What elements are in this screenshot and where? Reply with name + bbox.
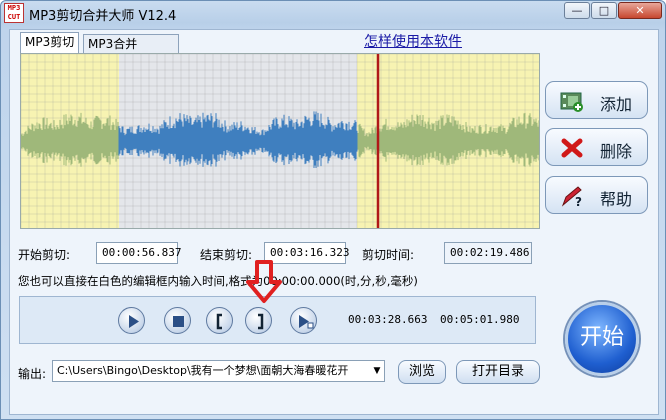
main-window: MP3 CUT MP3剪切合并大师 V12.4 — □ ✕ MP3剪切 MP3合并… <box>0 0 666 420</box>
browse-button[interactable]: 浏览 <box>398 360 446 384</box>
app-logo-icon: MP3 CUT <box>4 3 24 23</box>
add-film-icon <box>560 92 583 112</box>
help-pencil-icon: ? <box>561 186 582 208</box>
stop-button[interactable] <box>164 307 191 334</box>
add-button[interactable]: 添加 <box>545 81 648 119</box>
current-time: 00:03:28.663 <box>348 313 428 326</box>
dropdown-arrow-icon[interactable]: ▼ <box>370 361 384 381</box>
output-path-select[interactable]: C:\Users\Bingo\Desktop\我有一个梦想\面朝大海春暖花开 ▼ <box>52 360 385 382</box>
red-arrow-annotation-icon <box>246 260 282 303</box>
play-icon <box>129 315 139 328</box>
cut-duration-label: 剪切时间: <box>362 248 415 262</box>
format-hint: 您也可以直接在白色的编辑框内输入时间,格式为00:00:00.000(时,分,秒… <box>18 274 418 288</box>
maximize-button[interactable]: □ <box>591 2 617 19</box>
mark-start-button[interactable] <box>206 307 233 334</box>
mark-start-icon <box>216 313 222 330</box>
client-area: MP3剪切 MP3合并 怎样使用本软件 添加 删除 ? 帮助 开始剪切: 00:… <box>9 29 659 415</box>
window-title: MP3剪切合并大师 V12.4 <box>29 9 177 24</box>
stop-icon <box>173 316 184 327</box>
red-x-icon <box>561 138 583 158</box>
svg-text:?: ? <box>575 195 582 208</box>
start-button[interactable]: 开始 <box>565 302 639 376</box>
output-label: 输出: <box>18 367 47 381</box>
close-button[interactable]: ✕ <box>618 2 662 19</box>
help-link[interactable]: 怎样使用本软件 <box>364 31 462 51</box>
waveform-canvas[interactable] <box>21 54 540 229</box>
play-selection-button[interactable] <box>290 307 317 334</box>
help-button-label: 帮助 <box>600 190 633 209</box>
cut-duration-value: 00:02:19.486 <box>444 242 532 264</box>
open-directory-button[interactable]: 打开目录 <box>456 360 540 384</box>
tab-mp3-cut[interactable]: MP3剪切 <box>20 32 80 54</box>
title-bar[interactable]: MP3 CUT MP3剪切合并大师 V12.4 — □ ✕ <box>1 1 665 25</box>
play-selection-icon <box>299 315 314 329</box>
mark-end-icon <box>258 313 264 330</box>
output-path-value: C:\Users\Bingo\Desktop\我有一个梦想\面朝大海春暖花开 <box>57 364 349 377</box>
start-time-input[interactable]: 00:00:56.837 <box>96 242 181 264</box>
total-time: 00:05:01.980 <box>440 313 520 326</box>
delete-button-label: 删除 <box>600 142 633 161</box>
start-cut-label: 开始剪切: <box>18 248 71 262</box>
end-cut-label: 结束剪切: <box>200 248 253 262</box>
mark-end-button[interactable] <box>245 307 272 334</box>
waveform-view[interactable] <box>20 53 540 229</box>
minimize-button[interactable]: — <box>564 2 590 19</box>
play-button[interactable] <box>118 307 145 334</box>
add-button-label: 添加 <box>600 95 633 114</box>
delete-button[interactable]: 删除 <box>545 128 648 166</box>
help-button[interactable]: ? 帮助 <box>545 176 648 214</box>
tab-mp3-merge[interactable]: MP3合并 <box>83 34 179 55</box>
